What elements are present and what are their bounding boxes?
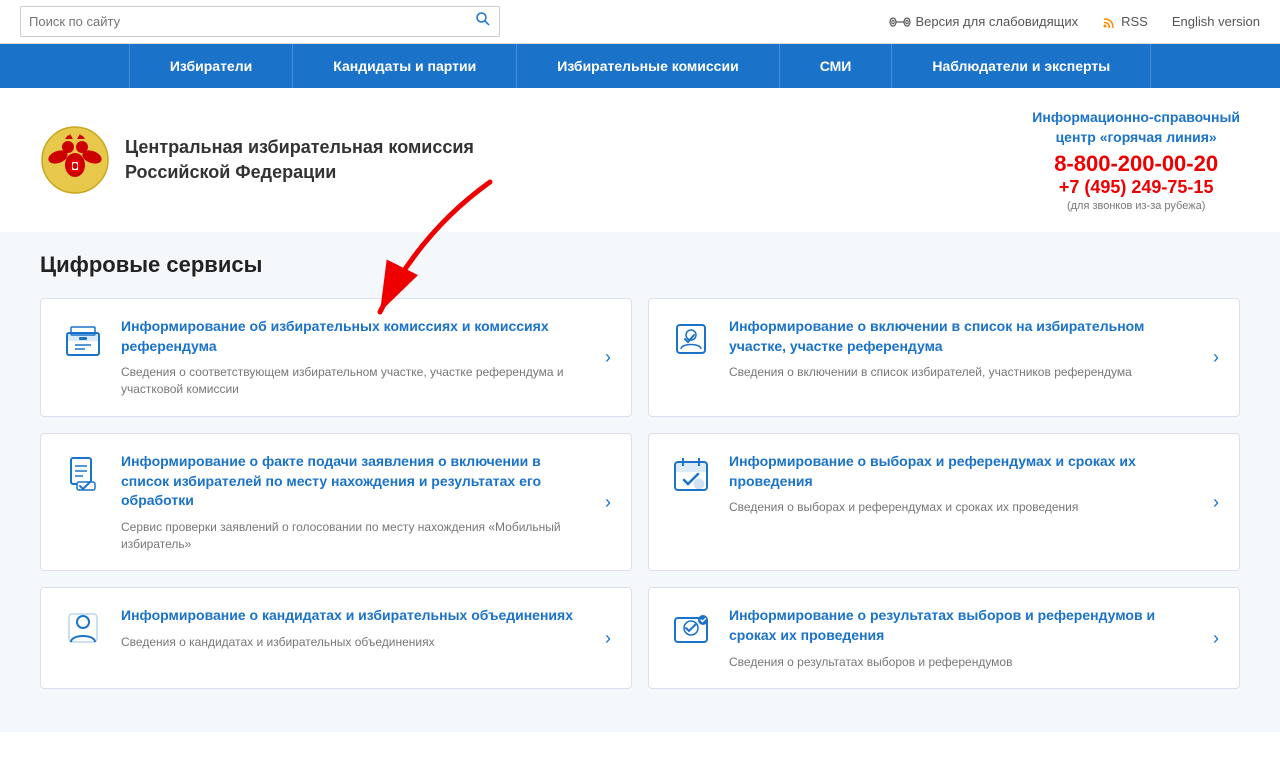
- search-button[interactable]: [475, 11, 491, 32]
- main-content: Цифровые сервисы: [0, 232, 1280, 732]
- nav-item-media[interactable]: СМИ: [780, 44, 893, 88]
- accessibility-label: Версия для слабовидящих: [916, 14, 1079, 29]
- nav-item-commissions[interactable]: Избирательные комиссии: [517, 44, 779, 88]
- logo-area: Центральная избирательная комиссия Росси…: [40, 125, 474, 195]
- hotline-title: Информационно-справочный центр «горячая …: [1032, 108, 1240, 147]
- card-desc: Сервис проверки заявлений о голосовании …: [121, 519, 575, 553]
- hotline-phone-1: 8-800-200-00-20: [1032, 151, 1240, 177]
- hotline-phone-2: +7 (495) 249-75-15: [1032, 177, 1240, 198]
- document-list-icon: [61, 452, 105, 496]
- section-title: Цифровые сервисы: [40, 252, 1240, 278]
- search-container: [20, 6, 500, 37]
- card-results-info[interactable]: Информирование о результатах выборов и р…: [648, 587, 1240, 689]
- card-commissions-info[interactable]: Информирование об избирательных комиссия…: [40, 298, 632, 417]
- card-title: Информирование об избирательных комиссия…: [121, 317, 575, 356]
- card-content: Информирование об избирательных комиссия…: [121, 317, 575, 398]
- card-content: Информирование о выборах и референдумах …: [729, 452, 1183, 516]
- card-content: Информирование о результатах выборов и р…: [729, 606, 1183, 670]
- results-check-icon: [669, 606, 713, 650]
- card-desc: Сведения о включении в список избирателе…: [729, 364, 1183, 381]
- title-wrapper: Цифровые сервисы: [40, 252, 1240, 278]
- card-arrow-icon: ›: [591, 492, 611, 513]
- calendar-check-icon: [669, 452, 713, 496]
- card-desc: Сведения о соответствующем избирательном…: [121, 364, 575, 398]
- card-candidates-info[interactable]: Информирование о кандидатах и избиратель…: [40, 587, 632, 689]
- rss-link[interactable]: RSS: [1102, 14, 1148, 29]
- card-voter-list-info[interactable]: Информирование о включении в список на и…: [648, 298, 1240, 417]
- card-application-info[interactable]: Информирование о факте подачи заявления …: [40, 433, 632, 571]
- card-arrow-icon: ›: [591, 628, 611, 649]
- card-title: Информирование о включении в список на и…: [729, 317, 1183, 356]
- accessibility-link[interactable]: Версия для слабовидящих: [889, 14, 1079, 30]
- hotline-note: (для звонков из-за рубежа): [1032, 200, 1240, 212]
- card-title: Информирование о выборах и референдумах …: [729, 452, 1183, 491]
- top-bar: Версия для слабовидящих RSS English vers…: [0, 0, 1280, 44]
- card-elections-info[interactable]: Информирование о выборах и референдумах …: [648, 433, 1240, 571]
- card-title: Информирование о кандидатах и избиратель…: [121, 606, 575, 626]
- header-section: Центральная избирательная комиссия Росси…: [0, 88, 1280, 232]
- nav-item-candidates[interactable]: Кандидаты и партии: [293, 44, 517, 88]
- card-desc: Сведения о результатах выборов и референ…: [729, 654, 1183, 671]
- card-desc: Сведения о кандидатах и избирательных об…: [121, 634, 575, 651]
- nav-item-observers[interactable]: Наблюдатели и эксперты: [892, 44, 1151, 88]
- card-arrow-icon: ›: [591, 347, 611, 368]
- card-arrow-icon: ›: [1199, 492, 1219, 513]
- card-arrow-icon: ›: [1199, 628, 1219, 649]
- person-card-icon: [61, 606, 105, 650]
- hotline-area: Информационно-справочный центр «горячая …: [1032, 108, 1240, 212]
- card-content: Информирование о факте подачи заявления …: [121, 452, 575, 552]
- card-title: Информирование о результатах выборов и р…: [729, 606, 1183, 645]
- main-navigation: Избиратели Кандидаты и партии Избиратель…: [0, 44, 1280, 88]
- ballot-box-icon: [61, 317, 105, 361]
- search-input[interactable]: [29, 14, 475, 29]
- english-version-link[interactable]: English version: [1172, 14, 1260, 29]
- card-arrow-icon: ›: [1199, 347, 1219, 368]
- org-name: Центральная избирательная комиссия Росси…: [125, 135, 474, 185]
- nav-item-voters[interactable]: Избиратели: [129, 44, 293, 88]
- checklist-icon: [669, 317, 713, 361]
- card-content: Информирование о кандидатах и избиратель…: [121, 606, 575, 650]
- card-title: Информирование о факте подачи заявления …: [121, 452, 575, 511]
- emblem-icon: [40, 125, 110, 195]
- services-grid: Информирование об избирательных комиссия…: [40, 298, 1240, 689]
- top-bar-right: Версия для слабовидящих RSS English vers…: [889, 14, 1261, 30]
- english-label: English version: [1172, 14, 1260, 29]
- card-content: Информирование о включении в список на и…: [729, 317, 1183, 381]
- rss-label: RSS: [1121, 14, 1148, 29]
- card-desc: Сведения о выборах и референдумах и срок…: [729, 499, 1183, 516]
